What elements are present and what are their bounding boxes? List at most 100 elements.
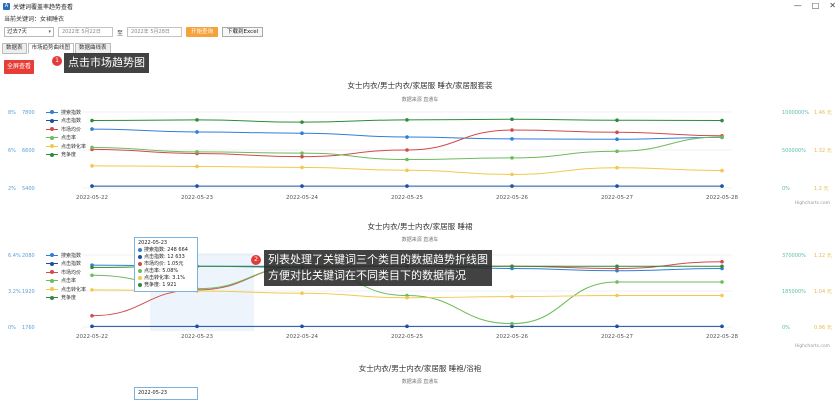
legend-item[interactable]: 市场均价: [46, 125, 86, 134]
legend-marker: [46, 109, 58, 115]
legend-label: 竞争度: [61, 295, 77, 302]
series-point: [510, 184, 514, 188]
maximize-icon[interactable]: □: [812, 0, 820, 12]
y-tick-label: 1920: [22, 289, 35, 295]
start-date-field[interactable]: 2022年 5月22日: [58, 27, 113, 37]
legend-marker: [46, 118, 58, 124]
series-point: [90, 288, 94, 292]
y-tick-label: 1000000%: [782, 110, 809, 116]
legend-label: 点击转化率: [61, 286, 87, 293]
legend-label: 点击指数: [61, 261, 82, 268]
legend-marker: [46, 143, 58, 149]
app-logo-icon: A: [3, 2, 10, 10]
series-point: [195, 118, 199, 122]
legend-item[interactable]: 点击指数: [46, 117, 86, 126]
callout-1-box: 点击市场趋势图: [64, 53, 149, 73]
legend-label: 点击指数: [61, 118, 82, 125]
tooltip-value: 搜索指数: 248 664: [144, 247, 188, 253]
x-tick-label: 2022-05-26: [496, 334, 528, 340]
legend-item[interactable]: 点击转化率: [46, 285, 86, 294]
y-tick-label: 2%: [8, 186, 16, 192]
series-point: [615, 184, 619, 188]
series-point: [405, 184, 409, 188]
y-tick-label: 2080: [22, 253, 35, 259]
x-tick-label: 2022-05-22: [76, 334, 108, 340]
end-date-field[interactable]: 2022年 5月28日: [127, 27, 183, 37]
tooltip-row: 搜索指数: 248 664: [138, 247, 194, 254]
y-tick-label: 185000%: [782, 289, 806, 295]
series-point: [615, 280, 619, 284]
tab-data-table[interactable]: 数据表: [2, 43, 27, 54]
series-point: [405, 135, 409, 139]
current-keyword-label: 当前关键词：女裙睡衣: [4, 16, 65, 23]
series-point: [90, 313, 94, 318]
chart-title: 女士内衣/男士内衣/家居服 睡袍/浴袍: [358, 364, 482, 373]
legend-item[interactable]: 市场均价: [46, 268, 86, 277]
legend-marker: [46, 278, 58, 284]
series-point: [90, 118, 94, 123]
chart-tooltip: 2022-05-23 搜索指数: 248 664 点击指数: 12 633 市场…: [134, 237, 198, 292]
legend-marker: [46, 261, 58, 267]
y-tick-label: 3.2%: [8, 289, 21, 295]
callout-2-text-line-1: 列表处理了关键词三个类目的数据趋势折线图: [268, 253, 488, 266]
x-tick-label: 2022-05-28: [706, 195, 738, 201]
chevron-down-icon: ▾: [48, 29, 51, 35]
x-tick-label: 2022-05-23: [181, 195, 213, 201]
series-point: [300, 120, 304, 124]
y-tick-label: 7800: [22, 110, 35, 116]
y-tick-label: 1760: [22, 325, 35, 331]
series-point: [615, 137, 619, 142]
legend-item[interactable]: 点击率: [46, 134, 86, 143]
range-select-value: 过去7天: [7, 29, 27, 35]
legend-item[interactable]: 竞争度: [46, 294, 86, 303]
legend-label: 点击率: [61, 135, 77, 142]
legend-marker: [46, 152, 58, 158]
series-point: [510, 156, 514, 160]
chart-credit: Highcharts.com: [794, 344, 830, 349]
series-point: [615, 118, 619, 123]
series-point: [720, 280, 724, 284]
tooltip-row: 竞争度: 1 921: [138, 282, 194, 289]
chart-legend: 搜索指数点击指数 市场均价 点击率 点击转化率竞争度: [46, 251, 86, 302]
legend-item[interactable]: 搜索指数: [46, 251, 86, 260]
legend-item[interactable]: 搜索指数: [46, 108, 86, 117]
minimize-icon[interactable]: —: [794, 0, 802, 12]
x-tick-label: 2022-05-22: [76, 195, 108, 201]
series-point: [195, 184, 199, 188]
x-tick-label: 2022-05-25: [391, 334, 423, 340]
series-point: [300, 131, 304, 136]
legend-item[interactable]: 点击率: [46, 277, 86, 286]
series-point: [405, 118, 409, 122]
tooltip-value: 市场均价: 1.05元: [144, 261, 184, 267]
query-button[interactable]: 开始查询: [186, 27, 219, 37]
series-point: [300, 291, 304, 296]
tooltip-row: 点击指数: 12 633: [138, 254, 194, 261]
legend-label: 搜索指数: [61, 252, 82, 259]
series-point: [510, 117, 514, 122]
y-tick-label: 6.4%: [8, 253, 21, 259]
callout-1-marker: 1: [52, 56, 62, 66]
tooltip-value: 点击指数: 12 633: [144, 254, 185, 260]
close-icon[interactable]: ✕: [829, 0, 836, 12]
legend-item[interactable]: 竞争度: [46, 151, 86, 160]
series-point: [90, 127, 94, 131]
series-point: [510, 264, 514, 269]
tooltip-date: 2022-05-23: [138, 390, 168, 396]
legend-item[interactable]: 点击指数: [46, 260, 86, 269]
legend-item[interactable]: 点击转化率: [46, 142, 86, 151]
series-point: [720, 168, 724, 173]
tooltip-value: 竞争度: 1 921: [144, 282, 177, 288]
series-point: [615, 293, 619, 298]
window-titlebar: A 关键词覆盖率趋势查看 — □ ✕: [0, 0, 840, 12]
series-point: [300, 324, 304, 329]
y-tick-label: 1.32 元: [814, 148, 832, 154]
download-excel-button[interactable]: 下载到Excel: [222, 27, 264, 37]
series-point: [615, 149, 619, 154]
y-tick-label: 0%: [8, 325, 16, 331]
series-point: [405, 157, 409, 162]
chart-tooltip: 2022-05-23: [134, 387, 198, 400]
series-point: [615, 324, 619, 329]
chart-1: 女士内衣/男士内衣/家居服 睡衣/家居服套装 数据来源 直通车 8% 6% 2% 78…: [0, 70, 840, 210]
range-select[interactable]: 过去7天 ▾: [4, 27, 54, 37]
callout-1-text: 点击市场趋势图: [68, 56, 145, 69]
